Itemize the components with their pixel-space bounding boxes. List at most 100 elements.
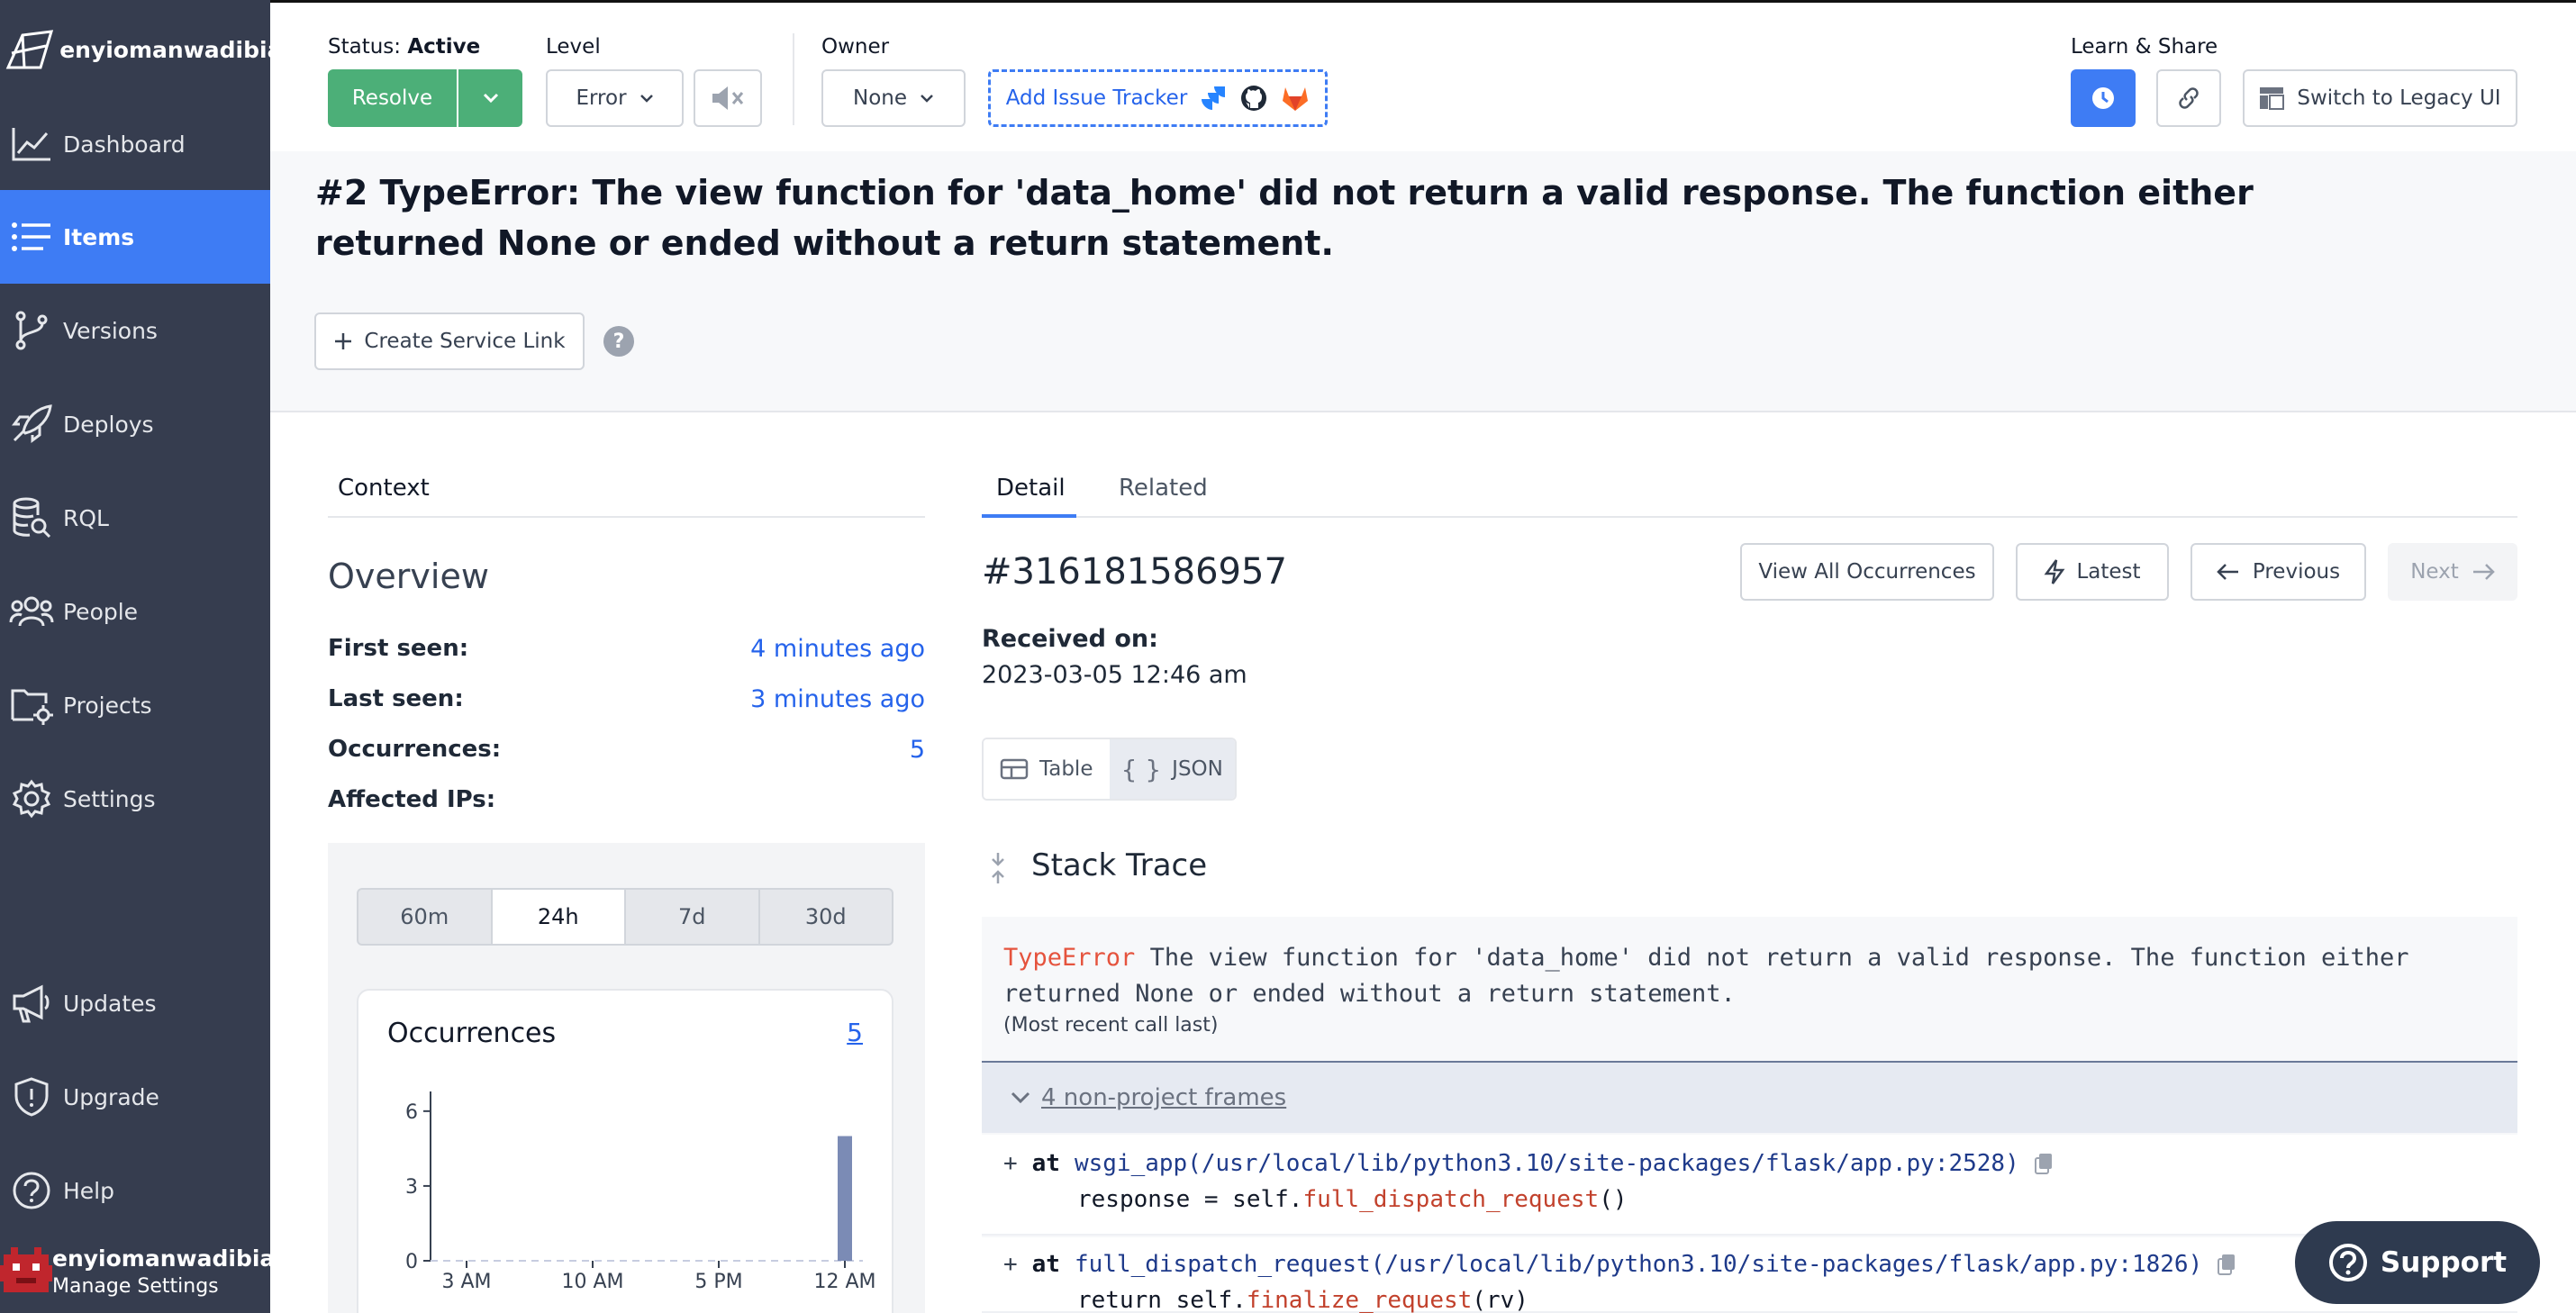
chevron-down-icon bbox=[483, 93, 498, 104]
stack-trace-panel: TypeError The view function for 'data_ho… bbox=[982, 917, 2517, 1313]
owner-select[interactable]: None bbox=[821, 69, 966, 127]
issue-title-section: #2 TypeError: The view function for 'dat… bbox=[270, 151, 2576, 412]
latest-button[interactable]: Latest bbox=[2016, 543, 2169, 601]
frame-code: return self. finalize_request (rv) bbox=[1077, 1287, 1528, 1313]
chart-bar bbox=[838, 1136, 852, 1261]
tab-context[interactable]: Context bbox=[338, 475, 430, 502]
x-tick-label: 3 AM bbox=[441, 1271, 491, 1293]
sidebar-item-help[interactable]: Help bbox=[0, 1144, 270, 1237]
range-tab-60m[interactable]: 60m bbox=[358, 890, 493, 944]
sidebar-item-dashboard[interactable]: Dashboard bbox=[0, 97, 270, 191]
non-project-frames-label: 4 non-project frames bbox=[1041, 1084, 1287, 1111]
people-icon bbox=[0, 593, 63, 629]
megaphone-icon bbox=[0, 983, 63, 1023]
copy-link-button[interactable] bbox=[2156, 69, 2221, 127]
rollbar-logo-icon bbox=[0, 28, 59, 71]
link-icon bbox=[2179, 87, 2199, 109]
occurrences-card-count[interactable]: 5 bbox=[847, 1018, 863, 1047]
sidebar-item-projects[interactable]: Projects bbox=[0, 658, 270, 752]
sidebar-item-versions[interactable]: Versions bbox=[0, 284, 270, 377]
resolve-dropdown-button[interactable] bbox=[458, 69, 522, 127]
sidebar-item-items[interactable]: Items bbox=[0, 190, 270, 284]
range-tab-30d[interactable]: 30d bbox=[760, 890, 893, 944]
view-all-occurrences-button[interactable]: View All Occurrences bbox=[1740, 543, 1994, 601]
database-search-icon bbox=[0, 497, 63, 539]
sidebar-item-rql[interactable]: RQL bbox=[0, 471, 270, 565]
arrow-left-icon bbox=[2217, 564, 2238, 580]
error-message: TypeError The view function for 'data_ho… bbox=[1003, 940, 2490, 1012]
rocket-icon bbox=[0, 404, 63, 444]
sidebar-item-label: Settings bbox=[63, 785, 156, 812]
stack-trace-title: Stack Trace bbox=[1031, 847, 1208, 883]
y-tick-label: 6 bbox=[405, 1101, 418, 1124]
range-tab-24h[interactable]: 24h bbox=[492, 890, 626, 944]
previous-button[interactable]: Previous bbox=[2191, 543, 2366, 601]
overview-value[interactable]: 5 bbox=[910, 736, 925, 764]
avatar bbox=[0, 1245, 52, 1298]
gitlab-icon bbox=[1283, 87, 1309, 111]
chevron-down-icon bbox=[921, 95, 933, 103]
sidebar-item-label: Updates bbox=[63, 990, 157, 1017]
overview-key: First seen: bbox=[328, 635, 469, 662]
collapse-icon[interactable] bbox=[987, 851, 1009, 889]
resolve-button[interactable]: Resolve bbox=[328, 69, 457, 127]
tab-detail[interactable]: Detail bbox=[996, 475, 1066, 502]
user-menu[interactable]: enyiomanwadibia Manage Settings bbox=[0, 1229, 275, 1313]
sidebar-item-people[interactable]: People bbox=[0, 565, 270, 658]
manage-settings-link[interactable]: Manage Settings bbox=[52, 1275, 275, 1298]
history-button[interactable] bbox=[2071, 69, 2136, 127]
status-value: Active bbox=[407, 35, 481, 59]
overview-key: Affected IPs: bbox=[328, 786, 496, 813]
help-icon[interactable]: ? bbox=[603, 326, 634, 357]
create-service-link-label: Create Service Link bbox=[364, 330, 566, 353]
expand-frame-icon[interactable]: + bbox=[1003, 1150, 1018, 1177]
sidebar-item-settings[interactable]: Settings bbox=[0, 752, 270, 846]
stack-frame[interactable]: + at full_dispatch_request(/usr/local/li… bbox=[982, 1237, 2517, 1313]
detail-tab-divider bbox=[982, 516, 2517, 518]
learn-share-label: Learn & Share bbox=[2071, 35, 2218, 59]
non-project-frames-toggle[interactable]: 4 non-project frames bbox=[982, 1061, 2517, 1133]
level-select[interactable]: Error bbox=[546, 69, 684, 127]
view-json-button[interactable]: { } JSON bbox=[1109, 739, 1235, 799]
view-table-button[interactable]: Table bbox=[984, 739, 1110, 799]
frame-at: at bbox=[1031, 1251, 1060, 1278]
support-button[interactable]: Support bbox=[2295, 1221, 2540, 1304]
overview-value[interactable]: 4 minutes ago bbox=[750, 635, 925, 663]
occurrence-id: #316181586957 bbox=[982, 551, 1287, 593]
user-name: enyiomanwadibia bbox=[52, 1245, 276, 1272]
sidebar-item-updates[interactable]: Updates bbox=[0, 956, 270, 1050]
stack-frame[interactable]: + at wsgi_app(/usr/local/lib/python3.10/… bbox=[982, 1135, 2517, 1236]
occurrences-card: Occurrences 5 0 3 6 3 AM 10 AM 5 PM 12 AM bbox=[357, 989, 893, 1313]
org-name: enyiomanwadibia bbox=[59, 36, 270, 63]
mute-icon bbox=[712, 86, 744, 110]
sidebar-item-label: Help bbox=[63, 1177, 114, 1204]
occurrences-card-title: Occurrences bbox=[387, 1018, 557, 1049]
mute-button[interactable] bbox=[694, 69, 762, 127]
sidebar-item-label: People bbox=[63, 598, 139, 625]
sidebar-item-deploys[interactable]: Deploys bbox=[0, 377, 270, 471]
expand-frame-icon[interactable]: + bbox=[1003, 1251, 1018, 1278]
sidebar-item-label: RQL bbox=[63, 504, 109, 531]
tab-related[interactable]: Related bbox=[1119, 475, 1208, 502]
error-text: The view function for 'data_home' did no… bbox=[1003, 944, 2409, 1008]
create-service-link-button[interactable]: Create Service Link bbox=[314, 312, 585, 370]
level-label: Level bbox=[546, 35, 601, 59]
chevron-down-icon bbox=[639, 95, 653, 103]
owner-label: Owner bbox=[821, 35, 890, 59]
frame-code: response = self. full_dispatch_request() bbox=[1077, 1186, 1628, 1213]
arrow-right-icon bbox=[2472, 564, 2495, 580]
occurrences-panel: 60m 24h 7d 30d Occurrences 5 0 3 6 3 AM 10 A… bbox=[328, 843, 925, 1313]
sidebar-item-upgrade[interactable]: Upgrade bbox=[0, 1050, 270, 1144]
copy-icon[interactable] bbox=[2217, 1253, 2236, 1276]
next-button[interactable]: Next bbox=[2388, 543, 2517, 601]
copy-icon[interactable] bbox=[2034, 1152, 2054, 1175]
range-tab-7d[interactable]: 7d bbox=[626, 890, 760, 944]
add-issue-tracker-button[interactable]: Add Issue Tracker bbox=[988, 69, 1328, 127]
x-tick-label: 5 PM bbox=[694, 1271, 742, 1293]
time-range-tabs: 60m 24h 7d 30d bbox=[357, 888, 893, 946]
plus-icon bbox=[335, 333, 352, 349]
brand[interactable]: enyiomanwadibia bbox=[0, 18, 270, 81]
switch-legacy-ui-button[interactable]: Switch to Legacy UI bbox=[2243, 69, 2517, 127]
overview-value[interactable]: 3 minutes ago bbox=[750, 685, 925, 713]
occurrences-chart: 0 3 6 3 AM 10 AM 5 PM 12 AM bbox=[405, 1091, 876, 1293]
